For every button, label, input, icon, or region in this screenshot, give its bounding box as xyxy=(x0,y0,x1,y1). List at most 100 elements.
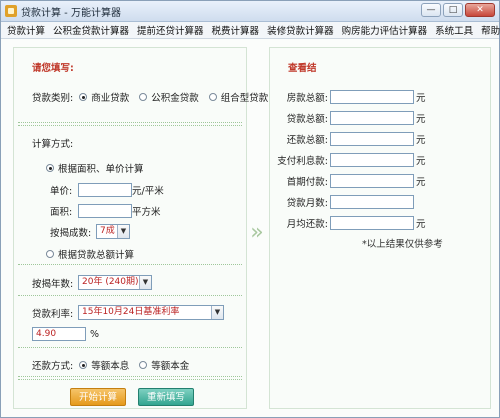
unit-price-row: 单价: 元/平米 xyxy=(50,183,164,197)
method-total-radio[interactable] xyxy=(46,250,54,258)
menu-fund-loan[interactable]: 公积金贷款计算器 xyxy=(49,23,133,37)
divider xyxy=(18,122,242,123)
months-output xyxy=(330,195,414,209)
result-row-monthly: 月均还款: 元 xyxy=(270,216,426,230)
interest-output xyxy=(330,153,414,167)
result-row-repay-total: 还款总额: 元 xyxy=(270,132,426,146)
divider xyxy=(18,379,242,380)
method-total-label: 根据贷款总额计算 xyxy=(58,250,135,261)
loan-total-label: 贷款总额: xyxy=(286,114,328,125)
rate-row: 贷款利率: 15年10月24日基准利率 ▼ xyxy=(32,305,224,320)
divider xyxy=(18,125,242,126)
repay-total-output xyxy=(330,132,414,146)
house-total-label: 房款总额: xyxy=(286,93,328,104)
method-area-radio[interactable] xyxy=(46,164,54,172)
result-panel: 查看结 房款总额: 元 贷款总额: 元 还款总额: 元 支付利息款: 元 首期付… xyxy=(269,47,491,409)
main-content: 请您填写: 贷款类别: 商业贷款 公积金贷款 组合型贷款 计算方式: 根据面积、… xyxy=(1,39,499,417)
rate-input[interactable]: 4.90 xyxy=(32,327,86,341)
loan-type-commercial-radio[interactable] xyxy=(79,93,88,101)
result-heading: 查看结 xyxy=(288,63,317,74)
unit-price-input[interactable] xyxy=(78,183,132,197)
menu-bar: 贷款计算 公积金贷款计算器 提前还贷计算器 税费计算器 装修贷款计算器 购房能力… xyxy=(1,22,500,39)
loan-total-output xyxy=(330,111,414,125)
ratio-label: 按揭成数: xyxy=(50,227,92,239)
reset-button[interactable]: 重新填写 xyxy=(138,388,194,406)
interest-label: 支付利息款: xyxy=(277,156,328,167)
unit-price-label: 单价: xyxy=(50,186,73,197)
start-calculate-button[interactable]: 开始计算 xyxy=(70,388,126,406)
result-row-down-payment: 首期付款: 元 xyxy=(270,174,426,188)
repay-equal-principal-label: 等额本金 xyxy=(151,361,190,372)
divider xyxy=(18,295,242,296)
loan-type-fund-radio[interactable] xyxy=(139,93,148,101)
repay-total-label: 还款总额: xyxy=(286,135,328,146)
years-label: 按揭年数: xyxy=(32,278,74,290)
window-title: 贷款计算 - 万能计算器 xyxy=(21,7,121,19)
minimize-button[interactable]: — xyxy=(421,3,441,17)
area-input[interactable] xyxy=(78,204,132,218)
result-row-house-total: 房款总额: 元 xyxy=(270,90,426,104)
menu-help[interactable]: 帮助(H) xyxy=(477,23,500,37)
loan-type-combo-label: 组合型贷款 xyxy=(220,93,269,104)
menu-affordability[interactable]: 购房能力评估计算器 xyxy=(338,23,432,37)
menu-prepay[interactable]: 提前还贷计算器 xyxy=(133,23,208,37)
rate-select[interactable]: 15年10月24日基准利率 ▼ xyxy=(78,305,224,320)
years-value: 20年 (240期) xyxy=(82,277,139,287)
menu-renovation[interactable]: 装修贷款计算器 xyxy=(263,23,338,37)
ratio-value: 7成 xyxy=(100,226,115,236)
repay-row: 还款方式: 等额本息 等额本金 xyxy=(32,358,189,372)
result-row-months: 贷款月数: xyxy=(270,195,416,209)
repay-label: 还款方式: xyxy=(32,361,74,372)
loan-total-unit: 元 xyxy=(416,114,426,125)
rate-value-row: 4.90 % xyxy=(32,327,99,341)
loan-type-label: 贷款类别: xyxy=(32,93,74,104)
ratio-select[interactable]: 7成 ▼ xyxy=(96,224,130,239)
loan-type-combo-radio[interactable] xyxy=(208,93,217,101)
repay-equal-installment-radio[interactable] xyxy=(79,361,88,369)
menu-tools[interactable]: 系统工具 xyxy=(431,23,477,37)
result-row-loan-total: 贷款总额: 元 xyxy=(270,111,426,125)
chevron-down-icon: ▼ xyxy=(117,225,129,238)
repay-equal-principal-radio[interactable] xyxy=(139,361,148,369)
calculator-app-icon xyxy=(5,5,17,17)
down-payment-label: 首期付款: xyxy=(286,177,328,188)
years-select[interactable]: 20年 (240期) ▼ xyxy=(78,275,152,290)
loan-type-fund-label: 公积金贷款 xyxy=(151,93,199,104)
repay-equal-installment-label: 等额本息 xyxy=(91,361,130,372)
chevron-down-icon: ▼ xyxy=(211,306,223,319)
method-total-row: 根据贷款总额计算 xyxy=(40,247,134,261)
result-row-interest: 支付利息款: 元 xyxy=(270,153,426,167)
rate-label: 贷款利率: xyxy=(32,308,74,320)
divider xyxy=(18,264,242,265)
loan-type-commercial-label: 商业贷款 xyxy=(91,93,130,104)
monthly-label: 月均还款: xyxy=(286,219,328,230)
interest-unit: 元 xyxy=(416,156,426,167)
years-row: 按揭年数: 20年 (240期) ▼ xyxy=(32,275,152,290)
ratio-row: 按揭成数: 7成 ▼ xyxy=(50,224,130,239)
divider xyxy=(18,347,242,348)
menu-loan-calc[interactable]: 贷款计算 xyxy=(3,23,49,37)
disclaimer-note: *以上结果仅供参考 xyxy=(362,239,443,250)
monthly-unit: 元 xyxy=(416,219,426,230)
house-total-unit: 元 xyxy=(416,93,426,104)
down-payment-unit: 元 xyxy=(416,177,426,188)
close-button[interactable]: ✕ xyxy=(465,3,495,17)
input-panel: 请您填写: 贷款类别: 商业贷款 公积金贷款 组合型贷款 计算方式: 根据面积、… xyxy=(13,47,268,409)
house-total-output xyxy=(330,90,414,104)
repay-total-unit: 元 xyxy=(416,135,426,146)
title-bar: 贷款计算 - 万能计算器 — □ ✕ xyxy=(1,1,499,22)
rate-unit: % xyxy=(90,328,100,340)
rate-select-value: 15年10月24日基准利率 xyxy=(82,307,180,317)
divider xyxy=(18,376,242,377)
method-area-row: 根据面积、单价计算 xyxy=(40,161,144,175)
menu-tax[interactable]: 税费计算器 xyxy=(208,23,264,37)
calc-method-label: 计算方式: xyxy=(32,139,74,150)
maximize-button[interactable]: □ xyxy=(443,3,463,17)
input-heading: 请您填写: xyxy=(32,63,74,74)
chevron-down-icon: ▼ xyxy=(139,276,151,289)
app-window: 贷款计算 - 万能计算器 — □ ✕ 贷款计算 公积金贷款计算器 提前还贷计算器… xyxy=(0,0,500,418)
area-unit: 平方米 xyxy=(132,207,161,218)
area-row: 面积: 平方米 xyxy=(50,204,161,218)
monthly-output xyxy=(330,216,414,230)
chevron-right-icon: » xyxy=(250,220,264,245)
